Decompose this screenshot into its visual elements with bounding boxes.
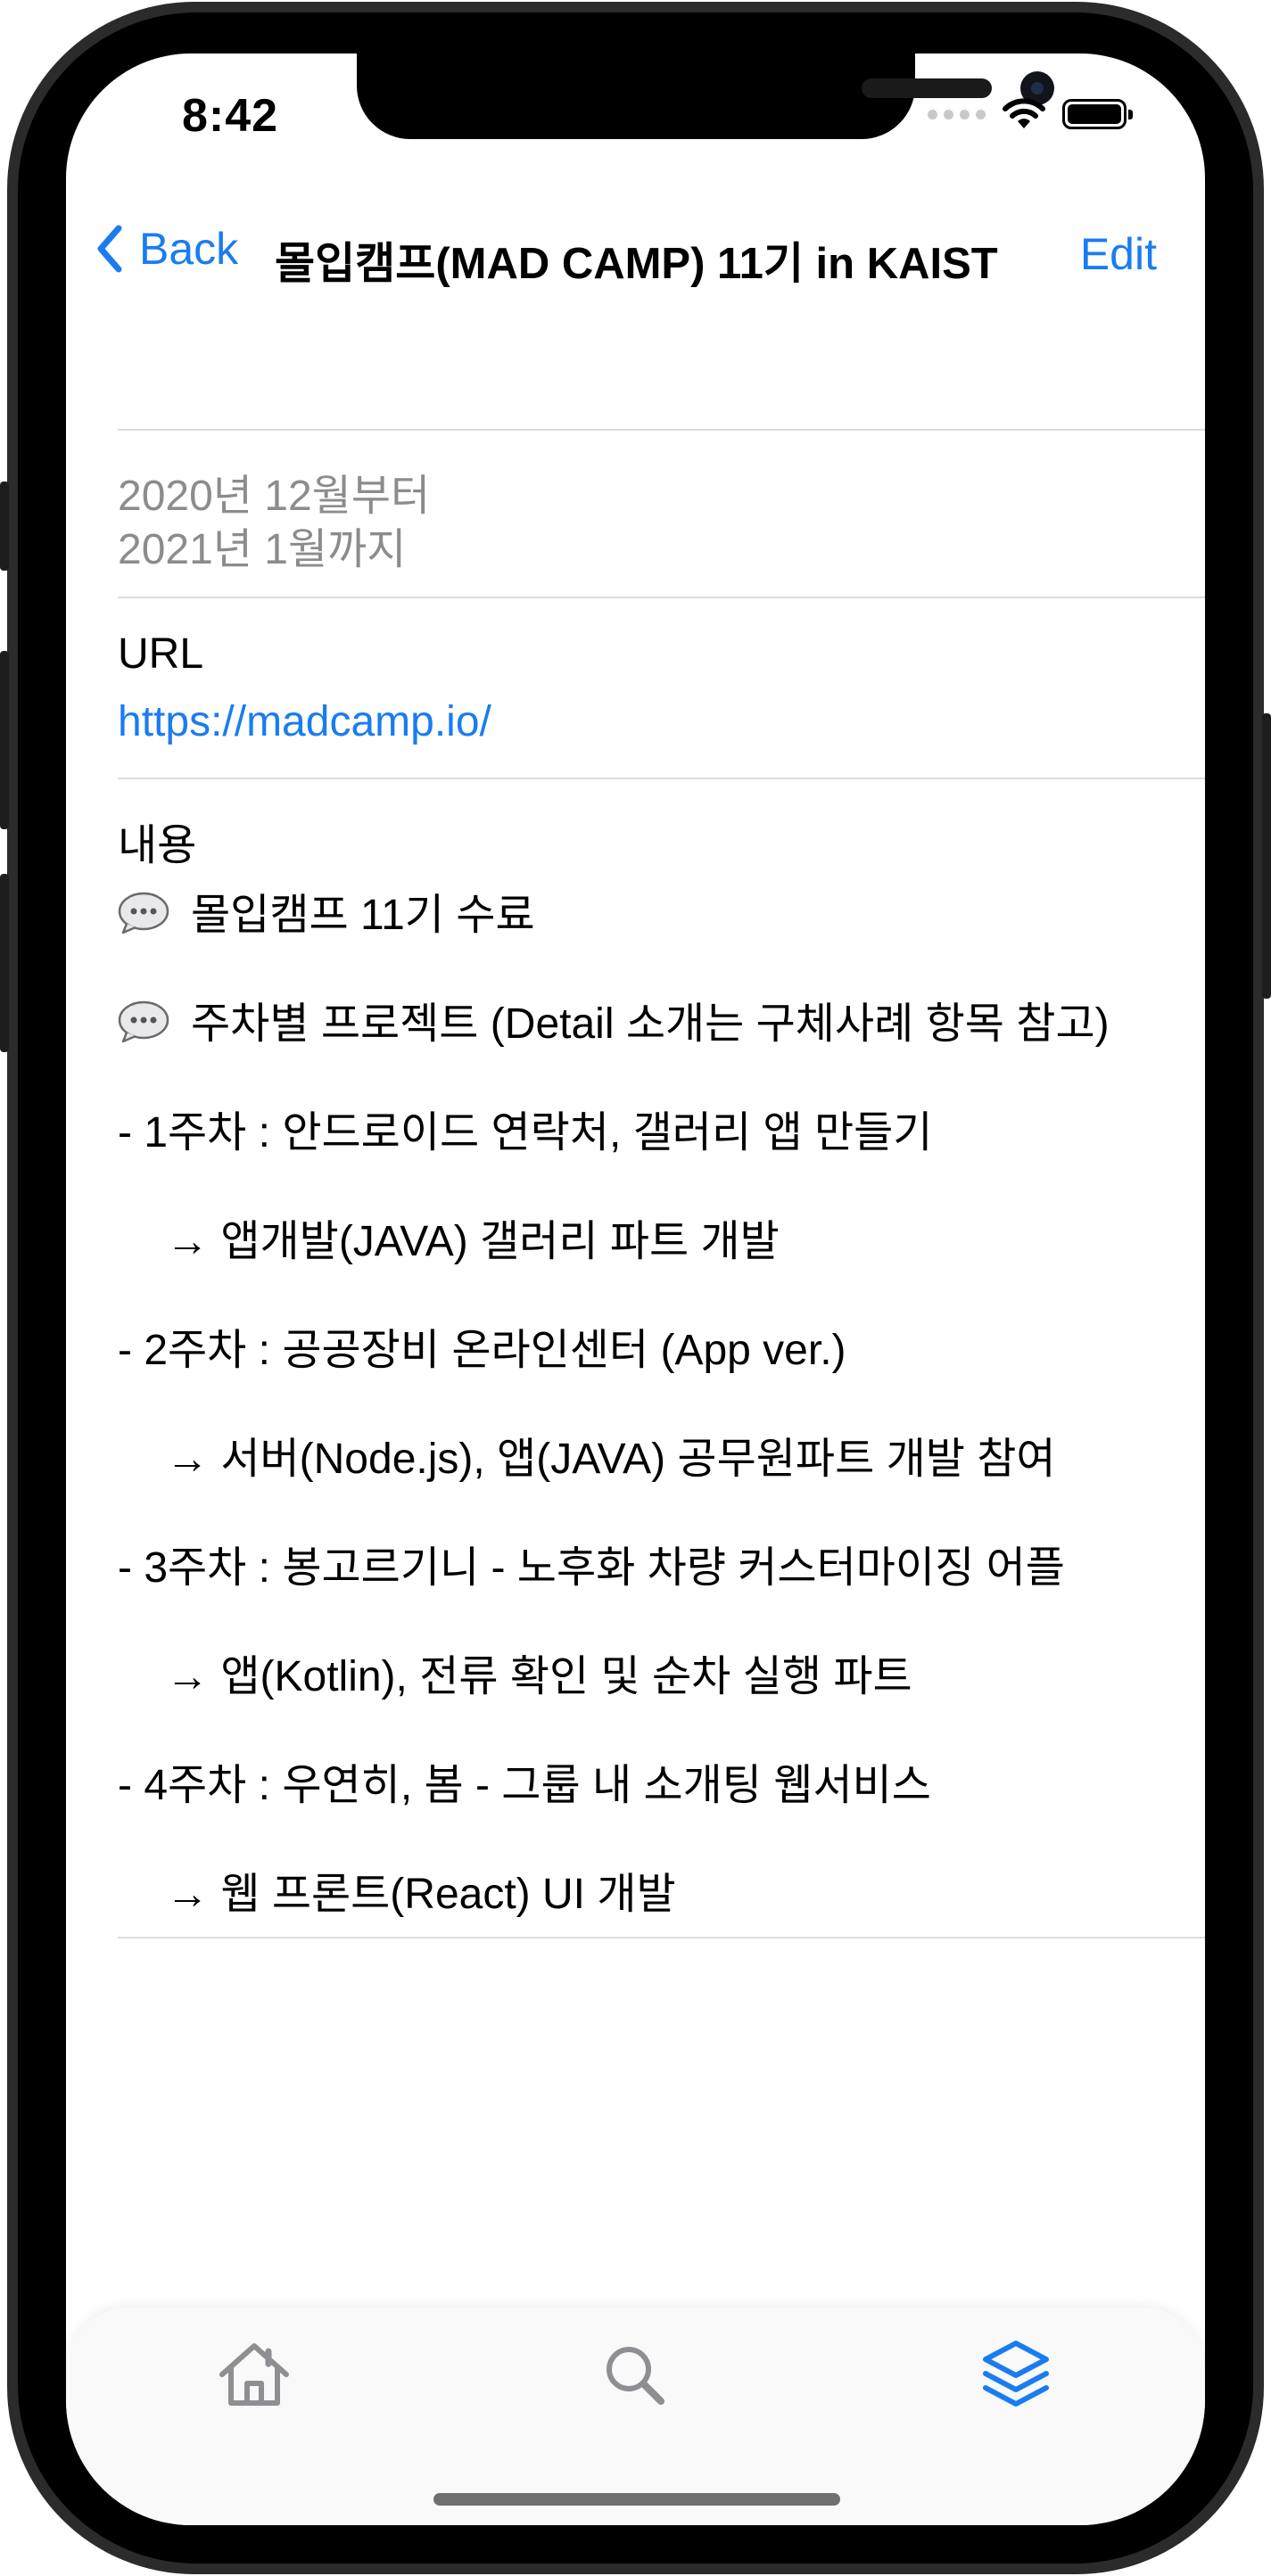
tab-layers[interactable] — [967, 2325, 1065, 2424]
speech-bubble-icon — [118, 892, 169, 934]
power-button — [1262, 713, 1271, 999]
page-title: 몰입캠프(MAD CAMP) 11기 in KAIST — [275, 240, 998, 288]
content-label: 내용 — [118, 822, 197, 869]
tab-search[interactable] — [585, 2325, 683, 2424]
edit-button[interactable]: Edit — [1080, 228, 1157, 280]
notch — [357, 53, 1054, 139]
signal-icon — [928, 109, 986, 119]
volume-down-button — [0, 874, 9, 1052]
divider — [118, 1937, 1205, 1938]
status-icons — [928, 96, 1133, 132]
wifi-icon — [1003, 98, 1045, 128]
search-icon — [607, 2347, 664, 2405]
url-link[interactable]: https://madcamp.io/ — [118, 697, 491, 746]
home-indicator — [433, 2493, 840, 2506]
content-line: → 웹 프론트(React) UI 개발 — [166, 1871, 676, 1918]
content-line: - 4주차 : 우연히, 봄 - 그룹 내 소개팅 웹서비스 — [118, 1762, 931, 1809]
navigation-bar: Back 몰입캠프(MAD CAMP) 11기 in KAIST Edit — [66, 205, 1205, 303]
content-line: - 3주차 : 봉고르기니 - 노후화 차량 커스터마이징 어플 — [118, 1544, 1065, 1592]
divider — [118, 429, 1205, 431]
content-line: → 서버(Node.js), 앱(JAVA) 공무원파트 개발 참여 — [166, 1436, 1056, 1483]
back-button[interactable]: Back — [96, 223, 238, 275]
layers-icon — [983, 2341, 1049, 2407]
content-line: 주차별 프로젝트 (Detail 소개는 구체사례 항목 참고) — [118, 988, 1110, 1050]
content-line: → 앱(Kotlin), 전류 확인 및 순차 실행 파트 — [166, 1653, 912, 1700]
speaker-grille — [862, 78, 992, 98]
volume-up-button — [0, 651, 9, 829]
divider — [118, 778, 1205, 779]
tab-home[interactable] — [205, 2325, 303, 2424]
mute-switch — [0, 481, 9, 571]
content-line: - 2주차 : 공공장비 온라인센터 (App ver.) — [118, 1327, 846, 1374]
screen: 8:42 Back 몰입캠프(MAD CAMP) 11기 in KAIST Ed… — [66, 53, 1205, 2525]
chevron-left-icon — [97, 225, 122, 273]
status-time: 8:42 — [182, 90, 279, 142]
battery-icon — [1062, 99, 1133, 129]
content-line: → 앱개발(JAVA) 갤러리 파트 개발 — [166, 1218, 780, 1265]
back-label: Back — [139, 224, 239, 274]
url-label: URL — [118, 630, 204, 678]
phone-frame: 8:42 Back 몰입캠프(MAD CAMP) 11기 in KAIST Ed… — [0, 0, 1271, 2576]
divider — [118, 597, 1205, 598]
content-line-text: 몰입캠프 11기 수료 — [191, 892, 535, 939]
content-line: 몰입캠프 11기 수료 — [118, 879, 535, 942]
content-line-text: 주차별 프로젝트 (Detail 소개는 구체사례 항목 참고) — [191, 1000, 1110, 1048]
period-end: 2021년 1월까지 — [118, 526, 407, 573]
speech-bubble-icon — [118, 1000, 169, 1043]
content-line: - 1주차 : 안드로이드 연락처, 갤러리 앱 만들기 — [118, 1109, 933, 1156]
home-icon — [219, 2343, 289, 2406]
